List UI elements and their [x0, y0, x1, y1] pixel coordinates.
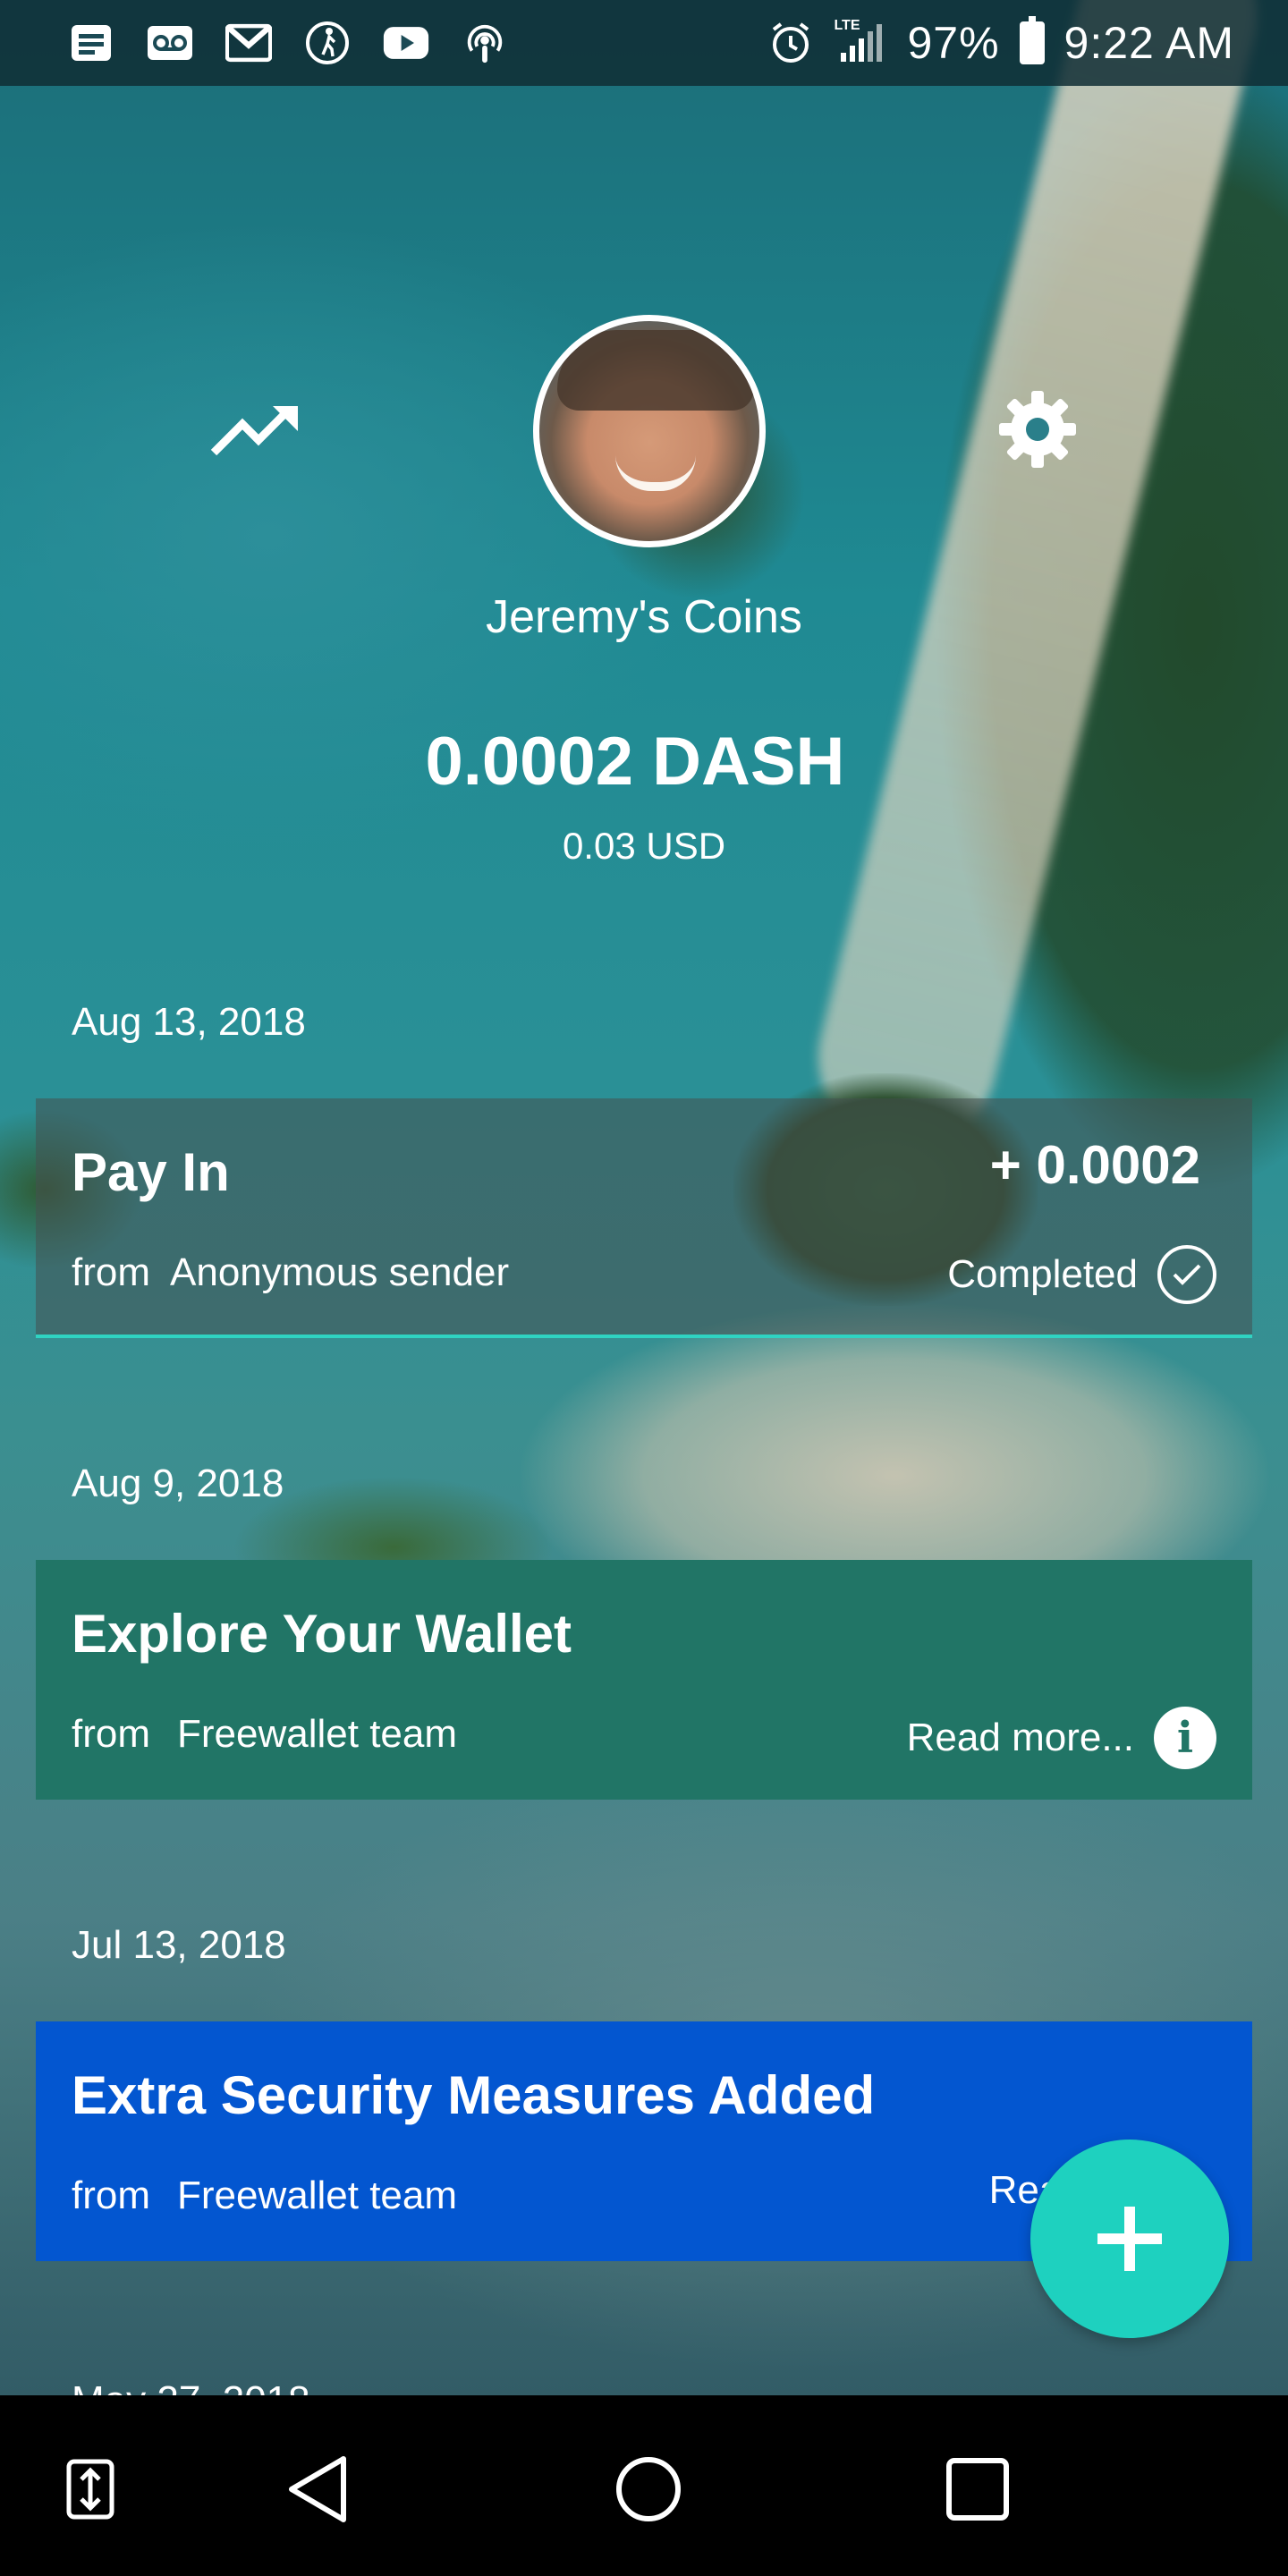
home-button[interactable] — [608, 2449, 689, 2529]
check-icon — [1157, 1245, 1216, 1304]
card-title: Extra Security Measures Added — [72, 2065, 876, 2125]
status-bar: LTE 97% 9:22 AM — [0, 0, 1288, 86]
info-icon: i — [1154, 1707, 1216, 1769]
plus-icon — [1097, 2207, 1162, 2271]
sender-name: Freewallet team — [177, 2174, 458, 2217]
recents-button[interactable] — [937, 2449, 1018, 2529]
card-title: Explore Your Wallet — [72, 1604, 572, 1664]
date-header-partial: May 27, 2018 — [72, 2376, 310, 2397]
balance-usd: 0.03 USD — [562, 825, 726, 867]
podcast-icon — [462, 21, 508, 64]
from-label: from — [72, 2174, 150, 2217]
gear-icon — [999, 391, 1076, 468]
card-title: Pay In — [72, 1142, 230, 1202]
message-card-explore-wallet[interactable]: Explore Your Wallet from Freewallet team… — [36, 1560, 1252, 1800]
add-button[interactable] — [1030, 2140, 1229, 2338]
transaction-status: Completed — [947, 1245, 1216, 1304]
transaction-card-pay-in[interactable]: Pay In + 0.0002 from Anonymous sender Co… — [36, 1098, 1252, 1338]
from-label: from — [72, 1712, 150, 1756]
fitness-icon — [304, 21, 351, 64]
swap-apps-button[interactable] — [50, 2449, 131, 2529]
battery-percent: 97% — [907, 18, 1000, 68]
card-sender: from Freewallet team — [72, 1712, 457, 1757]
clock: 9:22 AM — [1063, 18, 1234, 68]
battery-icon — [1019, 16, 1045, 64]
read-more-link[interactable]: Read more... i — [907, 1707, 1216, 1769]
voicemail-icon — [147, 21, 193, 64]
home-icon — [616, 2457, 681, 2521]
news-icon — [68, 21, 114, 64]
recents-icon — [946, 2458, 1009, 2521]
balance-amount: 0.0002 DASH — [425, 724, 845, 800]
notification-icons — [68, 21, 508, 64]
trending-up-icon — [210, 406, 298, 456]
status-text: Completed — [947, 1252, 1138, 1296]
youtube-icon — [383, 21, 429, 64]
card-sender: from Freewallet team — [72, 2174, 457, 2218]
sender-name: Freewallet team — [177, 1712, 458, 1756]
swap-icon — [66, 2459, 114, 2520]
network-type: LTE — [834, 18, 860, 33]
trending-chart-button[interactable] — [206, 394, 304, 465]
wallet-name: Jeremy's Coins — [486, 591, 802, 643]
avatar[interactable] — [533, 315, 766, 547]
alarm-icon — [767, 21, 814, 64]
signal-icon: LTE — [834, 18, 887, 64]
settings-button[interactable] — [993, 385, 1082, 474]
date-header: Jul 13, 2018 — [72, 1923, 286, 1967]
transaction-amount: + 0.0002 — [989, 1135, 1200, 1195]
from-label: from — [72, 1250, 150, 1294]
card-sender: from Anonymous sender — [72, 1250, 509, 1295]
gmail-icon — [225, 21, 272, 64]
date-header: Aug 9, 2018 — [72, 1462, 284, 1505]
back-button[interactable] — [277, 2449, 358, 2529]
back-icon — [289, 2456, 346, 2522]
read-more-text: Read more... — [906, 1716, 1134, 1759]
system-status: LTE 97% 9:22 AM — [767, 16, 1234, 69]
navigation-bar — [0, 2395, 1288, 2576]
sender-name: Anonymous sender — [170, 1250, 510, 1294]
date-header: Aug 13, 2018 — [72, 1000, 306, 1044]
